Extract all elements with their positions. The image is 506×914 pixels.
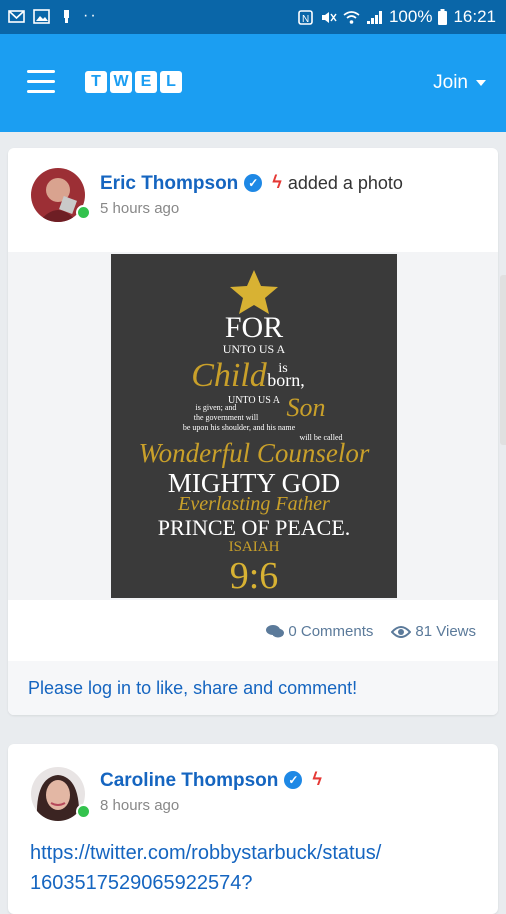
poster-line: Everlasting Father <box>177 493 330 515</box>
login-prompt-bar: Please log in to like, share and comment… <box>8 661 498 715</box>
post-stats: 0 Comments 81 Views <box>266 623 476 640</box>
scrollbar-handle[interactable] <box>500 275 506 445</box>
comments-icon <box>266 625 285 638</box>
poster-line: UNTO US A <box>223 342 286 356</box>
poster-line: 9:6 <box>230 555 279 597</box>
logo-letter: W <box>110 71 132 93</box>
poster-line: PRINCE OF PEACE. <box>158 515 351 540</box>
verified-badge-icon: ✓ <box>244 174 263 192</box>
post-action: added a photo <box>287 173 403 193</box>
post-card: Caroline Thompson ✓ ϟ 8 hours ago https://… <box>8 744 498 914</box>
poster-line: Wonderful Counselor <box>139 438 370 468</box>
join-label: Join <box>433 72 468 93</box>
logo-letter: E <box>135 71 157 93</box>
poster-line: is given; and <box>196 403 237 412</box>
login-prompt-link[interactable]: Please log in to like, share and comment… <box>28 678 357 699</box>
author-name[interactable]: Caroline Thompson <box>100 770 278 791</box>
usb-icon <box>64 9 69 23</box>
gallery-icon <box>33 8 50 24</box>
online-status-dot <box>76 205 91 220</box>
svg-text:N: N <box>302 14 309 25</box>
post-link[interactable]: https://twitter.com/robbystarbuck/status… <box>30 838 490 898</box>
chevron-down-icon <box>476 80 486 86</box>
poster-line: the government will <box>194 413 259 422</box>
poster-line: be upon his shoulder, and his name <box>183 423 296 432</box>
app-logo[interactable]: T W E L <box>85 71 182 93</box>
clock: 16:21 <box>453 7 496 26</box>
isaiah-poster: FOR UNTO US A is Child born, UNTO US A S… <box>139 270 370 597</box>
menu-icon[interactable] <box>27 70 55 94</box>
post-link-line: https://twitter.com/robbystarbuck/status… <box>30 842 382 864</box>
author-name[interactable]: Eric Thompson <box>100 173 238 194</box>
more-notifications-icon: ·· <box>83 7 98 24</box>
nfc-icon: N <box>298 9 313 25</box>
views-count: 81 Views <box>391 623 476 640</box>
post-header: Caroline Thompson ✓ ϟ <box>100 769 322 792</box>
poster-line: Child <box>191 357 268 394</box>
views-label: 81 Views <box>415 623 476 640</box>
gmail-icon <box>8 9 25 23</box>
online-status-dot <box>76 804 91 819</box>
eye-icon <box>391 625 412 638</box>
post-link-line: 1603517529065922574? <box>30 872 253 894</box>
verified-badge-icon: ✓ <box>284 771 303 789</box>
post-card: Eric Thompson ✓ ϟ added a photo 5 hours ago… <box>8 148 498 715</box>
join-dropdown[interactable]: Join <box>433 72 486 94</box>
status-bar: ·· N 100% 16:21 <box>0 0 506 34</box>
poster-line: FOR <box>225 311 283 344</box>
app-header: T W E L Join <box>0 34 506 132</box>
signal-icon <box>366 10 382 24</box>
star-icon <box>230 270 278 314</box>
lightning-icon: ϟ <box>272 172 282 192</box>
comments-label: 0 Comments <box>288 623 374 640</box>
poster-line: Son <box>287 393 326 422</box>
post-time: 8 hours ago <box>100 797 180 814</box>
comments-count[interactable]: 0 Comments <box>266 623 373 640</box>
post-header: Eric Thompson ✓ ϟ added a photo <box>100 172 403 195</box>
post-time: 5 hours ago <box>100 200 180 217</box>
poster-line: ISAIAH <box>229 539 280 555</box>
logo-letter: L <box>160 71 182 93</box>
mute-icon <box>321 11 337 23</box>
lightning-icon: ϟ <box>312 769 322 789</box>
post-photo[interactable]: FOR UNTO US A is Child born, UNTO US A S… <box>111 254 397 598</box>
battery-percent: 100% <box>388 7 433 26</box>
photo-container: FOR UNTO US A is Child born, UNTO US A S… <box>8 252 498 600</box>
wifi-icon <box>343 10 360 24</box>
battery-icon <box>438 9 448 25</box>
poster-line: born, <box>267 370 305 390</box>
logo-letter: T <box>85 71 107 93</box>
